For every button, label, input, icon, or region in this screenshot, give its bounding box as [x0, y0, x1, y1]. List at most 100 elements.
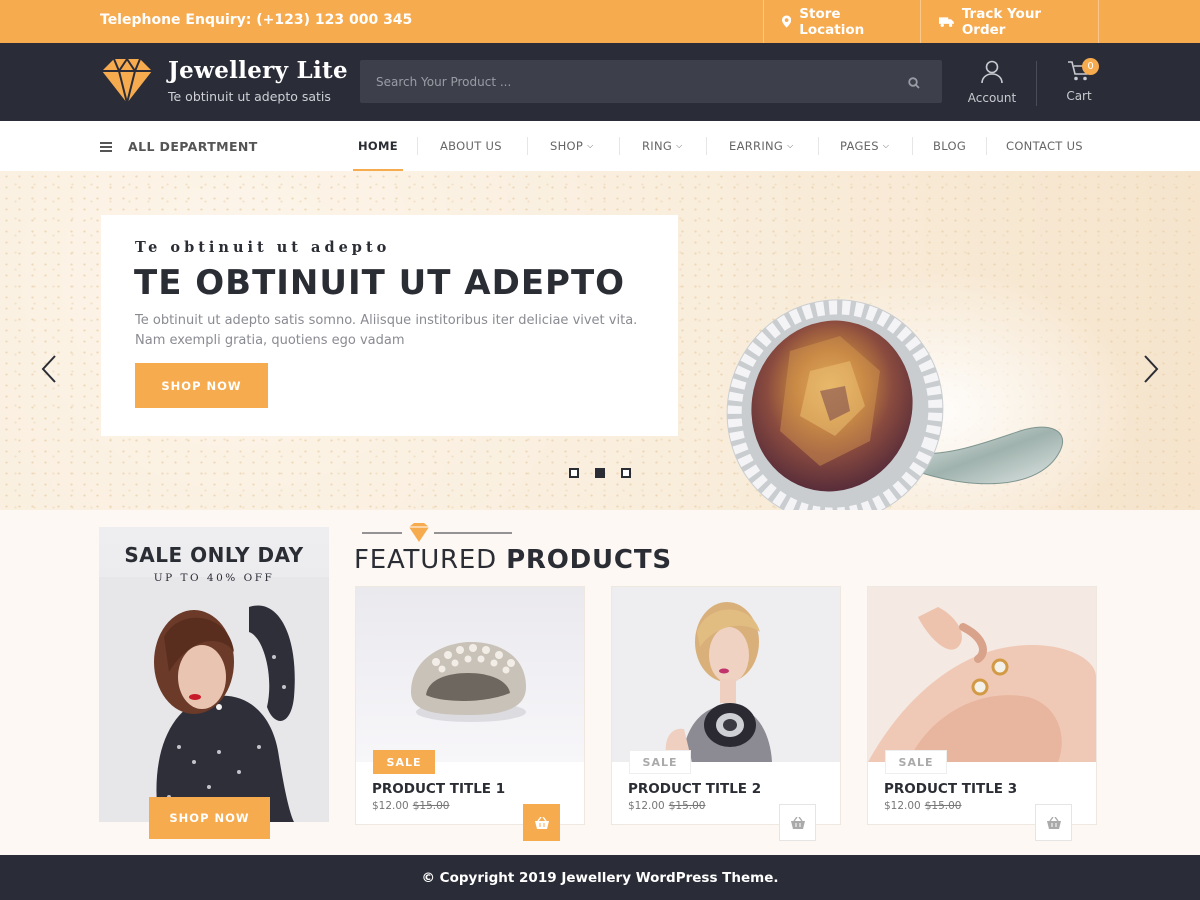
cart-label: Cart: [1066, 89, 1092, 103]
promo-shop-now-button[interactable]: SHOP NOW: [149, 797, 270, 839]
promo-woman-image: [99, 577, 329, 822]
cart-count-badge: 0: [1082, 58, 1099, 75]
search-button[interactable]: [908, 74, 920, 93]
hero-title: TE OBTINUIT UT ADEPTO: [134, 263, 626, 303]
nav-item-label: HOME: [358, 139, 398, 153]
featured-title-bold: PRODUCTS: [506, 545, 672, 575]
nav-separator: [818, 137, 819, 155]
nav-item-label: CONTACT US: [1006, 139, 1083, 153]
product-image-earrings-hand[interactable]: [868, 587, 1096, 762]
nav-separator: [706, 137, 707, 155]
old-price: $15.00: [668, 800, 706, 812]
product-price: $12.00 $15.00: [372, 800, 450, 812]
nav-item-about-us[interactable]: ABOUT US: [440, 121, 502, 171]
account-button[interactable]: Account: [958, 60, 1026, 105]
nav-separator: [527, 137, 528, 155]
product-image-ring[interactable]: [356, 587, 584, 762]
nav-item-blog[interactable]: BLOG: [933, 121, 966, 171]
nav-item-label: BLOG: [933, 139, 967, 153]
product-title[interactable]: PRODUCT TITLE 1: [372, 781, 505, 797]
nav-item-home[interactable]: HOME: [353, 121, 403, 171]
site-tagline: Te obtinuit ut adepto satis: [168, 89, 331, 104]
promo-title: SALE ONLY DAY: [124, 543, 304, 567]
slider-dot-active[interactable]: [595, 468, 605, 478]
product-image-necklace-model[interactable]: [612, 587, 840, 762]
nav-separator: [986, 137, 987, 155]
nav-item-ring[interactable]: RING ⌵: [642, 121, 682, 171]
product-price: $12.00 $15.00: [628, 800, 706, 812]
track-order-link[interactable]: Track Your Order: [920, 0, 1099, 43]
product-card-2[interactable]: SALE PRODUCT TITLE 2 $12.00 $15.00: [611, 586, 841, 841]
diamond-ornament-icon: [362, 523, 512, 542]
slider-dot[interactable]: [621, 468, 631, 478]
current-price: $12.00: [628, 800, 665, 812]
add-to-cart-button[interactable]: [523, 804, 560, 841]
account-label: Account: [967, 91, 1017, 105]
product-title[interactable]: PRODUCT TITLE 2: [628, 781, 761, 797]
current-price: $12.00: [884, 800, 921, 812]
current-price: $12.00: [372, 800, 409, 812]
slider-dot[interactable]: [569, 468, 579, 478]
featured-products-heading: FEATURED PRODUCTS: [354, 545, 672, 575]
featured-title-light: FEATURED: [354, 545, 497, 575]
nav-separator: [912, 137, 913, 155]
diamond-logo-icon[interactable]: [100, 57, 154, 109]
nav-item-pages[interactable]: PAGES ⌵: [840, 121, 889, 171]
promo-banner[interactable]: SALE ONLY DAY UP TO 40% OFF: [99, 527, 329, 822]
user-icon: [981, 60, 1003, 84]
nav-item-label: ABOUT US: [440, 139, 502, 153]
hero-description: Te obtinuit ut adepto satis somno. Aliis…: [135, 313, 638, 348]
basket-icon: [534, 816, 549, 829]
nav-item-shop[interactable]: SHOP ⌵: [550, 121, 594, 171]
promo-subtitle: UP TO 40% OFF: [153, 572, 275, 584]
search-bar: [360, 60, 942, 103]
all-department-label: ALL DEPARTMENT: [128, 139, 258, 154]
nav-item-earring[interactable]: EARRING ⌵: [729, 121, 794, 171]
old-price: $15.00: [924, 800, 962, 812]
product-card-3[interactable]: SALE PRODUCT TITLE 3 $12.00 $15.00: [867, 586, 1097, 841]
hero-card: Te obtinuit ut adepto TE OBTINUIT UT ADE…: [101, 215, 678, 436]
copyright-text: © Copyright 2019 Jewellery WordPress The…: [421, 869, 779, 886]
nav-item-contact-us[interactable]: CONTACT US: [1006, 121, 1083, 171]
phone-enquiry: Telephone Enquiry: (+123) 123 000 345: [100, 12, 413, 28]
chevron-down-icon: ⌵: [676, 141, 683, 150]
search-input[interactable]: [360, 60, 880, 103]
old-price: $15.00: [412, 800, 450, 812]
nav-separator: [417, 137, 418, 155]
add-to-cart-button[interactable]: [779, 804, 816, 841]
sale-badge: SALE: [373, 750, 435, 774]
site-footer: © Copyright 2019 Jewellery WordPress The…: [0, 855, 1200, 900]
hero-slider: Te obtinuit ut adepto TE OBTINUIT UT ADE…: [0, 171, 1200, 510]
chevron-down-icon: ⌵: [787, 141, 794, 150]
site-title[interactable]: Jewellery Lite: [168, 57, 348, 84]
product-title[interactable]: PRODUCT TITLE 3: [884, 781, 1017, 797]
top-bar: Telephone Enquiry: (+123) 123 000 345 St…: [0, 0, 1200, 43]
hamburger-icon: [100, 141, 112, 152]
sale-badge: SALE: [885, 750, 947, 774]
chevron-left-icon[interactable]: [40, 355, 60, 383]
chevron-down-icon: ⌵: [587, 141, 594, 150]
track-order-label: Track Your Order: [961, 5, 1042, 38]
nav-separator: [619, 137, 620, 155]
truck-icon: [939, 16, 954, 27]
hero-subtitle: Te obtinuit ut adepto: [135, 239, 391, 256]
product-card-1[interactable]: SALE PRODUCT TITLE 1 $12.00 $15.00: [355, 586, 585, 841]
basket-icon: [1046, 816, 1061, 829]
hero-ring-image: [726, 271, 1140, 510]
search-icon: [908, 77, 920, 89]
product-price: $12.00 $15.00: [884, 800, 962, 812]
store-location-label: Store Location: [799, 5, 865, 38]
add-to-cart-button[interactable]: [1035, 804, 1072, 841]
basket-icon: [790, 816, 805, 829]
all-department-menu[interactable]: ALL DEPARTMENT: [100, 139, 258, 154]
chevron-down-icon: ⌵: [882, 141, 890, 150]
nav-item-label: RING: [642, 139, 673, 153]
store-location-link[interactable]: Store Location: [763, 0, 920, 43]
nav-item-label: EARRING: [729, 139, 784, 153]
cart-button[interactable]: 0 Cart: [1052, 58, 1106, 103]
site-header: Jewellery Lite Te obtinuit ut adepto sat…: [0, 43, 1200, 121]
nav-item-label: SHOP: [550, 139, 584, 153]
hero-shop-now-button[interactable]: SHOP NOW: [135, 363, 268, 408]
chevron-right-icon[interactable]: [1140, 355, 1160, 383]
main-nav: ALL DEPARTMENT HOME ABOUT US SHOP ⌵ RING ⌵…: [0, 121, 1200, 171]
